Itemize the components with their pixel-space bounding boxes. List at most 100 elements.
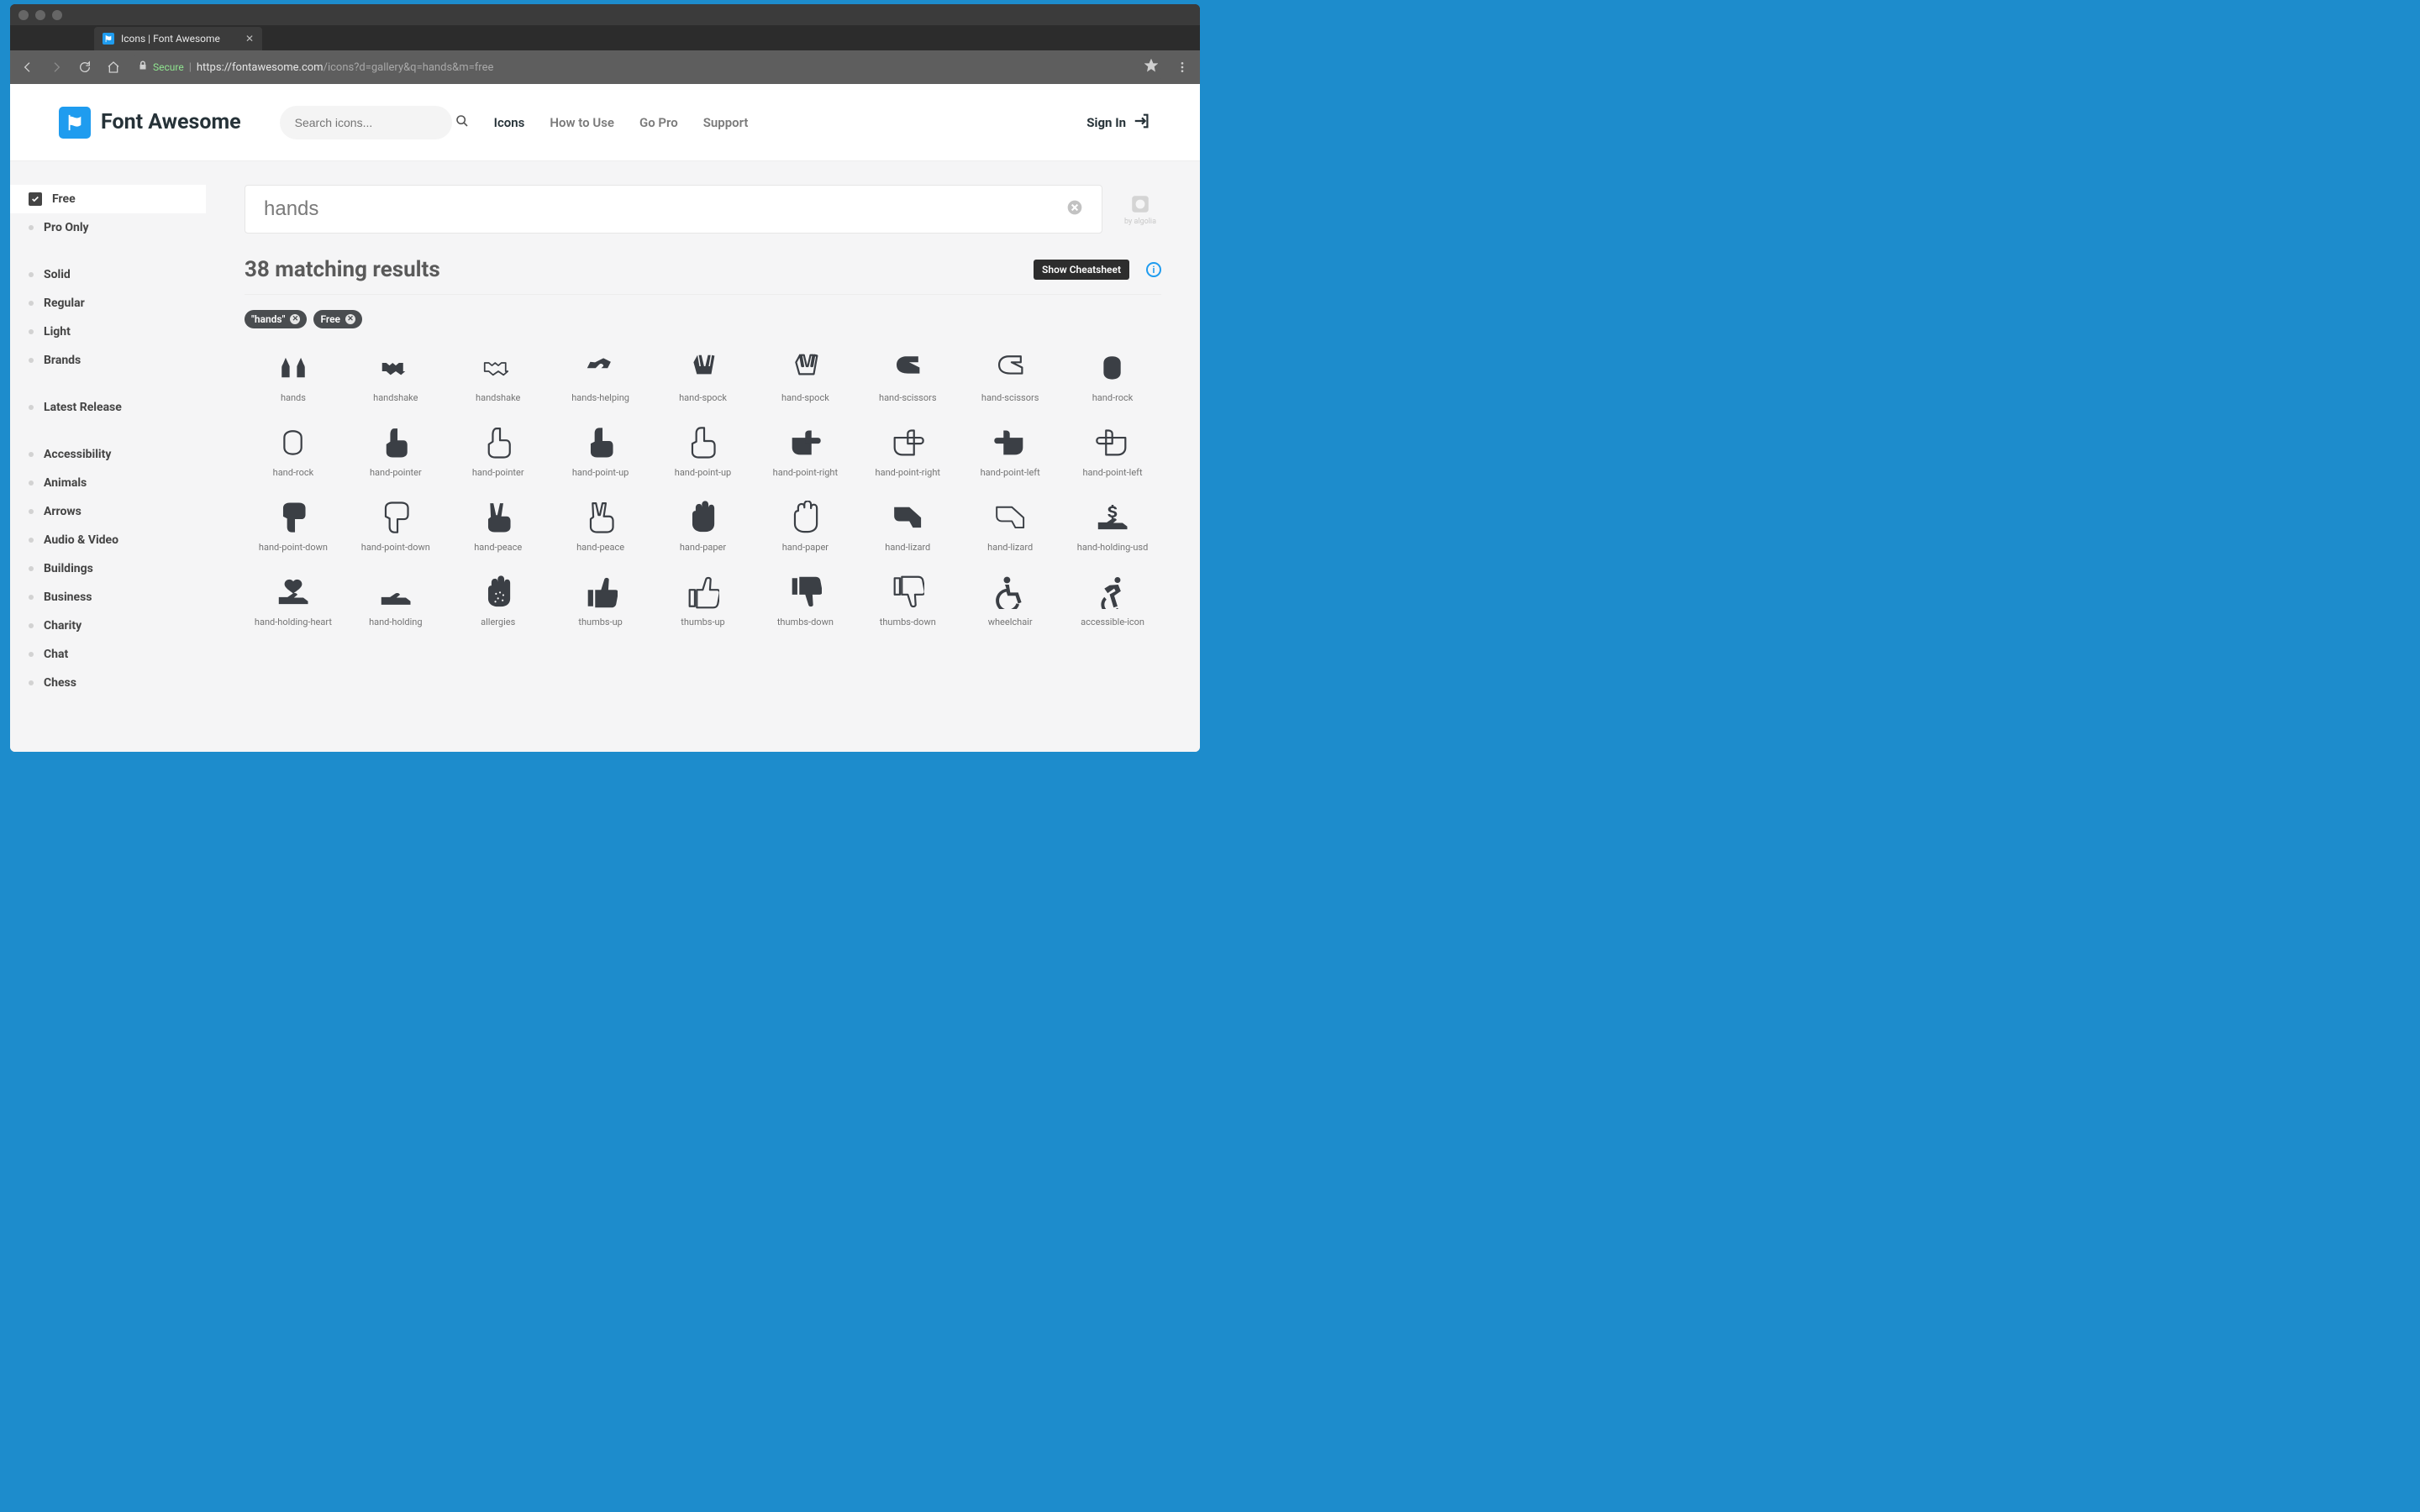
browser-menu-button[interactable] bbox=[1173, 58, 1192, 76]
close-icon[interactable]: ✕ bbox=[290, 314, 300, 324]
filter-chip-free[interactable]: Free✕ bbox=[313, 310, 362, 328]
cat-business[interactable]: Business bbox=[10, 583, 206, 612]
brand-logo[interactable]: Font Awesome bbox=[59, 107, 241, 139]
nav-home-button[interactable] bbox=[104, 58, 123, 76]
icon-cell-hand-paper[interactable]: hand-paper bbox=[756, 493, 854, 558]
icon-cell-hand-point-right[interactable]: hand-point-right bbox=[756, 418, 854, 483]
icon-cell-hand-holding[interactable]: hand-holding bbox=[347, 568, 445, 633]
nav-go-pro[interactable]: Go Pro bbox=[639, 115, 678, 130]
icon-cell-hand-point-right[interactable]: hand-point-right bbox=[859, 418, 956, 483]
header-search-input[interactable] bbox=[295, 116, 447, 129]
icon-cell-hand-spock[interactable]: hand-spock bbox=[756, 344, 854, 408]
icon-cell-hand-lizard[interactable]: hand-lizard bbox=[859, 493, 956, 558]
style-solid[interactable]: Solid bbox=[10, 260, 206, 289]
icon-cell-allergies[interactable]: allergies bbox=[450, 568, 547, 633]
icon-grid: handshandshakehandshakehands-helpinghand… bbox=[245, 344, 1161, 633]
header-search[interactable] bbox=[280, 106, 452, 139]
close-icon[interactable]: ✕ bbox=[345, 314, 355, 324]
filter-latest-release[interactable]: Latest Release bbox=[10, 393, 206, 422]
icon-cell-hand-pointer[interactable]: hand-pointer bbox=[347, 418, 445, 483]
icon-cell-thumbs-up[interactable]: thumbs-up bbox=[552, 568, 650, 633]
nav-reload-button[interactable] bbox=[76, 58, 94, 76]
icon-cell-hand-peace[interactable]: hand-peace bbox=[552, 493, 650, 558]
icon-cell-hand-holding-heart[interactable]: hand-holding-heart bbox=[245, 568, 342, 633]
cat-accessibility[interactable]: Accessibility bbox=[10, 440, 206, 469]
browser-tab-active[interactable]: Icons | Font Awesome ✕ bbox=[94, 27, 262, 50]
icon-cell-hand-lizard[interactable]: hand-lizard bbox=[961, 493, 1059, 558]
icon-cell-hand-point-down[interactable]: hand-point-down bbox=[347, 493, 445, 558]
tab-close-icon[interactable]: ✕ bbox=[245, 33, 254, 45]
icon-cell-thumbs-down[interactable]: thumbs-down bbox=[756, 568, 854, 633]
sign-in-link[interactable]: Sign In bbox=[1086, 112, 1151, 134]
icon-cell-hand-rock[interactable]: hand-rock bbox=[245, 418, 342, 483]
icon-label: hand-point-up bbox=[675, 467, 731, 478]
thumbs-up-icon bbox=[681, 573, 724, 612]
icon-cell-hand-holding-usd[interactable]: hand-holding-usd bbox=[1064, 493, 1161, 558]
cat-charity[interactable]: Charity bbox=[10, 612, 206, 640]
nav-support[interactable]: Support bbox=[703, 115, 749, 130]
icon-cell-handshake[interactable]: handshake bbox=[347, 344, 445, 408]
traffic-light-close[interactable] bbox=[18, 10, 29, 20]
traffic-light-max[interactable] bbox=[52, 10, 62, 20]
hand-paper-icon bbox=[783, 498, 827, 537]
icon-cell-hand-scissors[interactable]: hand-scissors bbox=[961, 344, 1059, 408]
icon-cell-thumbs-up[interactable]: thumbs-up bbox=[655, 568, 752, 633]
icon-cell-hand-spock[interactable]: hand-spock bbox=[655, 344, 752, 408]
cat-audio-video[interactable]: Audio & Video bbox=[10, 526, 206, 554]
hand-spock-icon bbox=[681, 349, 724, 387]
style-light[interactable]: Light bbox=[10, 318, 206, 346]
icon-cell-hands[interactable]: hands bbox=[245, 344, 342, 408]
icon-cell-accessible-icon[interactable]: accessible-icon bbox=[1064, 568, 1161, 633]
hand-point-left-icon bbox=[1091, 423, 1134, 462]
filter-free[interactable]: Free bbox=[10, 185, 206, 213]
icon-label: hand-paper bbox=[680, 542, 726, 553]
hand-peace-icon bbox=[476, 498, 520, 537]
icon-cell-handshake[interactable]: handshake bbox=[450, 344, 547, 408]
cat-buildings[interactable]: Buildings bbox=[10, 554, 206, 583]
icon-cell-hand-pointer[interactable]: hand-pointer bbox=[450, 418, 547, 483]
algolia-attribution: by algolia bbox=[1119, 193, 1161, 226]
show-cheatsheet-button[interactable]: Show Cheatsheet bbox=[1034, 260, 1129, 280]
style-brands[interactable]: Brands bbox=[10, 346, 206, 375]
icon-cell-thumbs-down[interactable]: thumbs-down bbox=[859, 568, 956, 633]
icon-cell-hand-rock[interactable]: hand-rock bbox=[1064, 344, 1161, 408]
icon-cell-hand-point-up[interactable]: hand-point-up bbox=[552, 418, 650, 483]
cat-arrows[interactable]: Arrows bbox=[10, 497, 206, 526]
icon-label: hands bbox=[281, 392, 306, 403]
icon-cell-hand-point-up[interactable]: hand-point-up bbox=[655, 418, 752, 483]
cat-chat[interactable]: Chat bbox=[10, 640, 206, 669]
icon-cell-hand-point-left[interactable]: hand-point-left bbox=[961, 418, 1059, 483]
bookmark-star-icon[interactable] bbox=[1144, 59, 1158, 76]
icon-cell-hand-point-down[interactable]: hand-point-down bbox=[245, 493, 342, 558]
info-icon[interactable]: i bbox=[1146, 262, 1161, 277]
address-bar[interactable]: Secure | https://fontawesome.com/icons?d… bbox=[133, 55, 1163, 79]
cat-animals[interactable]: Animals bbox=[10, 469, 206, 497]
icon-cell-hand-peace[interactable]: hand-peace bbox=[450, 493, 547, 558]
style-regular[interactable]: Regular bbox=[10, 289, 206, 318]
filter-chip-hands[interactable]: "hands"✕ bbox=[245, 310, 307, 328]
cat-chess[interactable]: Chess bbox=[10, 669, 206, 697]
nav-back-button[interactable] bbox=[18, 58, 37, 76]
icon-label: thumbs-up bbox=[681, 617, 725, 627]
hand-point-right-icon bbox=[783, 423, 827, 462]
icon-label: thumbs-down bbox=[880, 617, 936, 627]
filter-pro-only[interactable]: Pro Only bbox=[10, 213, 206, 242]
main-search-input[interactable] bbox=[264, 197, 1066, 221]
icon-cell-hands-helping[interactable]: hands-helping bbox=[552, 344, 650, 408]
hand-rock-icon bbox=[271, 423, 315, 462]
thumbs-up-icon bbox=[579, 573, 623, 612]
nav-how-to-use[interactable]: How to Use bbox=[550, 115, 614, 130]
icon-cell-wheelchair[interactable]: wheelchair bbox=[961, 568, 1059, 633]
icon-cell-hand-point-left[interactable]: hand-point-left bbox=[1064, 418, 1161, 483]
hand-paper-icon bbox=[681, 498, 724, 537]
icon-cell-hand-paper[interactable]: hand-paper bbox=[655, 493, 752, 558]
icon-label: hand-peace bbox=[576, 542, 624, 553]
nav-forward-button[interactable] bbox=[47, 58, 66, 76]
nav-icons[interactable]: Icons bbox=[494, 115, 525, 130]
window-titlebar bbox=[10, 4, 1200, 25]
main-search[interactable] bbox=[245, 185, 1102, 234]
traffic-light-min[interactable] bbox=[35, 10, 45, 20]
clear-search-icon[interactable] bbox=[1066, 199, 1083, 219]
hand-peace-icon bbox=[579, 498, 623, 537]
icon-cell-hand-scissors[interactable]: hand-scissors bbox=[859, 344, 956, 408]
